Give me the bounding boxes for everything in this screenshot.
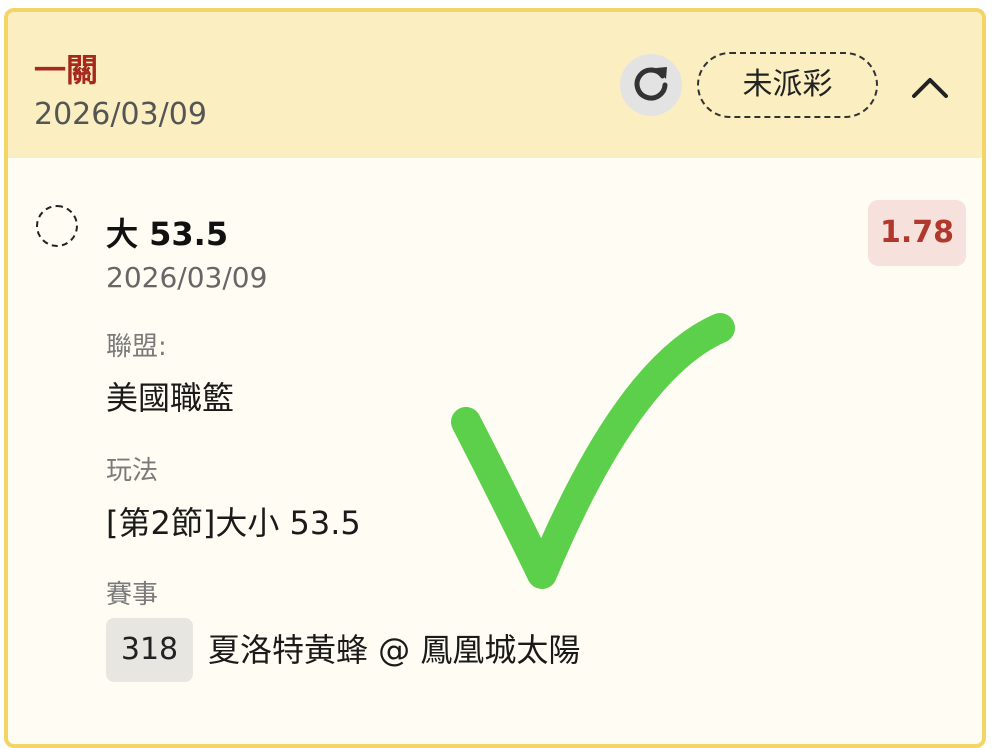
bet-selection-name: 大 53.5 — [106, 215, 229, 253]
league-value: 美國職籃 — [106, 379, 235, 417]
event-label: 賽事 — [106, 580, 159, 610]
settlement-status-badge: 未派彩 — [697, 52, 878, 118]
bet-date: 2026/03/09 — [106, 261, 268, 294]
card-header[interactable]: 一關 2026/03/09 未派彩 — [8, 12, 982, 158]
refresh-icon — [634, 67, 668, 101]
play-type-label: 玩法 — [106, 456, 159, 486]
bet-card: 一關 2026/03/09 未派彩 大 53.5 2026/03/09 1.78… — [4, 8, 986, 748]
checkmark-icon — [451, 313, 735, 589]
league-label: 聯盟: — [106, 332, 167, 362]
radio-circle-icon[interactable] — [36, 205, 78, 247]
play-type-value: [第2節]大小 53.5 — [106, 504, 361, 542]
header-date: 2026/03/09 — [34, 97, 207, 132]
refresh-button[interactable] — [620, 54, 682, 116]
event-id-badge: 318 — [106, 618, 193, 682]
bet-type-title: 一關 — [34, 51, 99, 89]
odds-badge: 1.78 — [868, 200, 966, 266]
event-name: 夏洛特黃蜂 @ 鳳凰城太陽 — [208, 631, 581, 669]
chevron-up-icon — [912, 78, 948, 98]
collapse-button[interactable] — [900, 58, 960, 114]
